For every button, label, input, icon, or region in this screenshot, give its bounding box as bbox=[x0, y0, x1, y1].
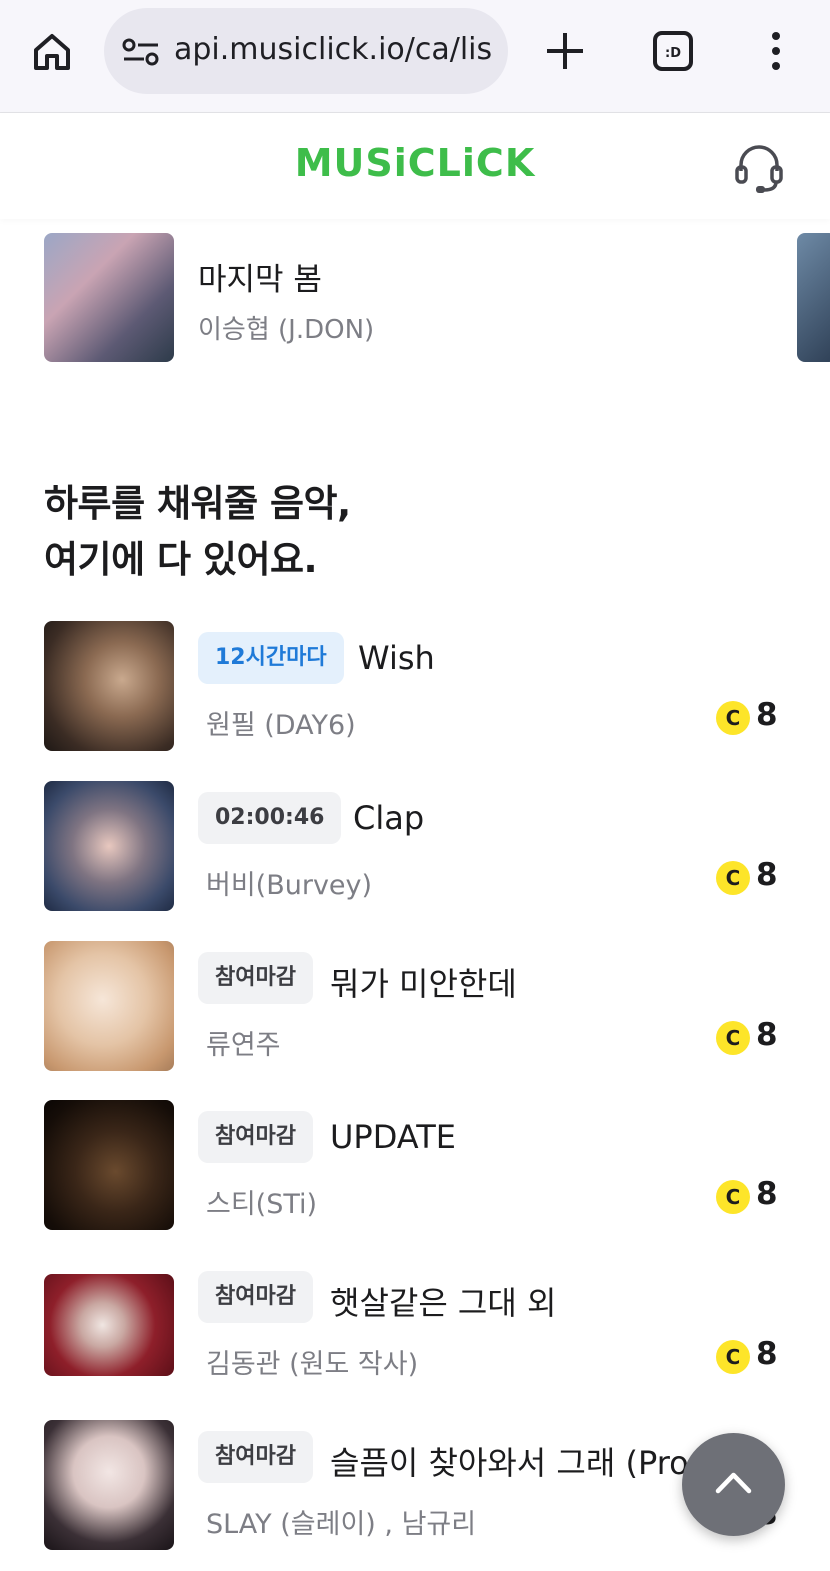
featured-album-art[interactable] bbox=[44, 233, 174, 362]
tab-switcher-icon[interactable]: :D bbox=[652, 30, 694, 72]
album-art bbox=[44, 941, 174, 1071]
price-value: 8 bbox=[756, 1176, 778, 1212]
song-title[interactable]: UPDATE bbox=[330, 1118, 456, 1156]
artist-name: 김동관 (원도 작사) bbox=[206, 1349, 419, 1380]
coin-icon: C bbox=[716, 1021, 750, 1055]
coin-icon: C bbox=[716, 1340, 750, 1374]
coin-icon: C bbox=[716, 1180, 750, 1214]
artist-name: 류연주 bbox=[206, 1030, 281, 1061]
song-title[interactable]: Wish bbox=[358, 639, 435, 677]
price-value: 8 bbox=[756, 697, 778, 733]
status-badge: 참여마감 bbox=[198, 952, 313, 1004]
artist-name: 원필 (DAY6) bbox=[206, 710, 356, 741]
song-title[interactable]: 햇살같은 그대 외 bbox=[330, 1278, 556, 1324]
song-row[interactable]: 참여마감 뭐가 미안한데 류연주 C 8 bbox=[0, 941, 830, 1071]
album-art bbox=[44, 781, 174, 911]
price-value: 8 bbox=[756, 857, 778, 893]
more-menu-icon[interactable] bbox=[764, 30, 788, 72]
featured-song-title[interactable]: 마지막 봄 bbox=[198, 254, 322, 299]
song-row[interactable]: 참여마감 햇살같은 그대 외 김동관 (원도 작사) C 8 bbox=[0, 1260, 830, 1390]
featured-artist: 이승협 (J.DON) bbox=[198, 315, 375, 345]
coin-icon: C bbox=[716, 701, 750, 735]
song-row[interactable]: 12시간마다 Wish 원필 (DAY6) C 8 bbox=[0, 621, 830, 751]
album-art bbox=[44, 1274, 174, 1376]
song-row[interactable]: 참여마감 UPDATE 스티(STi) C 8 bbox=[0, 1100, 830, 1230]
song-title[interactable]: Clap bbox=[353, 799, 424, 837]
album-art bbox=[44, 1420, 174, 1550]
scroll-to-top-button[interactable] bbox=[682, 1433, 785, 1536]
status-badge: 참여마감 bbox=[198, 1111, 313, 1163]
price-value: 8 bbox=[756, 1336, 778, 1372]
app-header: MUSiCLiCK bbox=[0, 113, 830, 219]
section-title-line-2: 여기에 다 있어요. bbox=[44, 538, 318, 581]
price-value: 8 bbox=[756, 1017, 778, 1053]
musiclick-logo[interactable]: MUSiCLiCK bbox=[0, 141, 830, 185]
album-art bbox=[44, 1100, 174, 1230]
artist-name: 버비(Burvey) bbox=[206, 870, 373, 901]
artist-name: 스티(STi) bbox=[206, 1189, 318, 1220]
home-icon[interactable] bbox=[28, 28, 76, 76]
url-text[interactable]: api.musiclick.io/ca/lis bbox=[174, 32, 494, 67]
chevron-up-icon bbox=[715, 1472, 752, 1494]
new-tab-icon[interactable] bbox=[544, 30, 586, 72]
browser-toolbar: api.musiclick.io/ca/lis :D bbox=[0, 0, 830, 113]
song-title[interactable]: 슬픔이 찾아와서 그래 (Pro bbox=[330, 1438, 689, 1484]
section-title: 하루를 채워줄 음악, 여기에 다 있어요. bbox=[44, 476, 351, 588]
album-art bbox=[44, 621, 174, 751]
section-title-line-1: 하루를 채워줄 음악, bbox=[44, 482, 351, 525]
song-row[interactable]: 02:00:46 Clap 버비(Burvey) C 8 bbox=[0, 781, 830, 911]
status-badge: 12시간마다 bbox=[198, 632, 344, 684]
status-badge: 참여마감 bbox=[198, 1271, 313, 1323]
countdown-badge: 02:00:46 bbox=[198, 792, 342, 844]
address-bar[interactable]: api.musiclick.io/ca/lis bbox=[104, 8, 508, 94]
status-badge: 참여마감 bbox=[198, 1431, 313, 1483]
site-settings-icon[interactable] bbox=[122, 38, 160, 66]
artist-name: SLAY (슬레이) , 남규리 bbox=[206, 1509, 477, 1540]
headset-icon[interactable] bbox=[732, 141, 786, 195]
song-title[interactable]: 뭐가 미안한데 bbox=[330, 959, 517, 1005]
next-featured-album-art[interactable] bbox=[797, 233, 830, 362]
coin-icon: C bbox=[716, 861, 750, 895]
svg-text::D: :D bbox=[665, 46, 681, 61]
